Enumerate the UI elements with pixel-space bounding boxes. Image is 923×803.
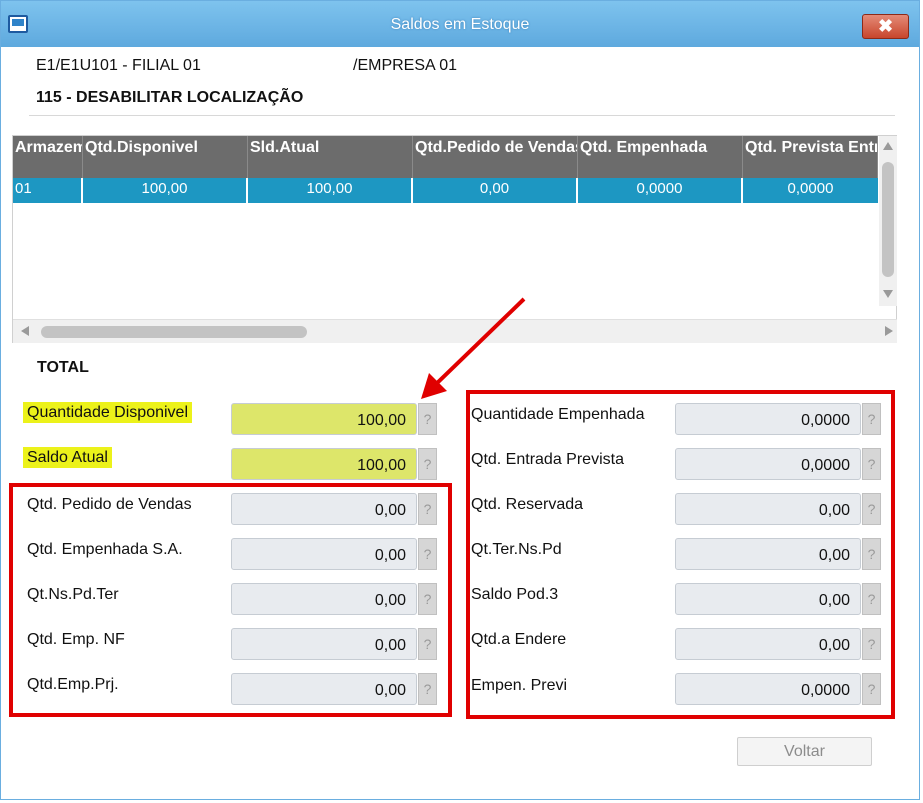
annotation-arrow [421, 297, 526, 399]
dialog-window: Saldos em Estoque ✖ E1/E1U101 - FILIAL 0… [0, 0, 920, 800]
